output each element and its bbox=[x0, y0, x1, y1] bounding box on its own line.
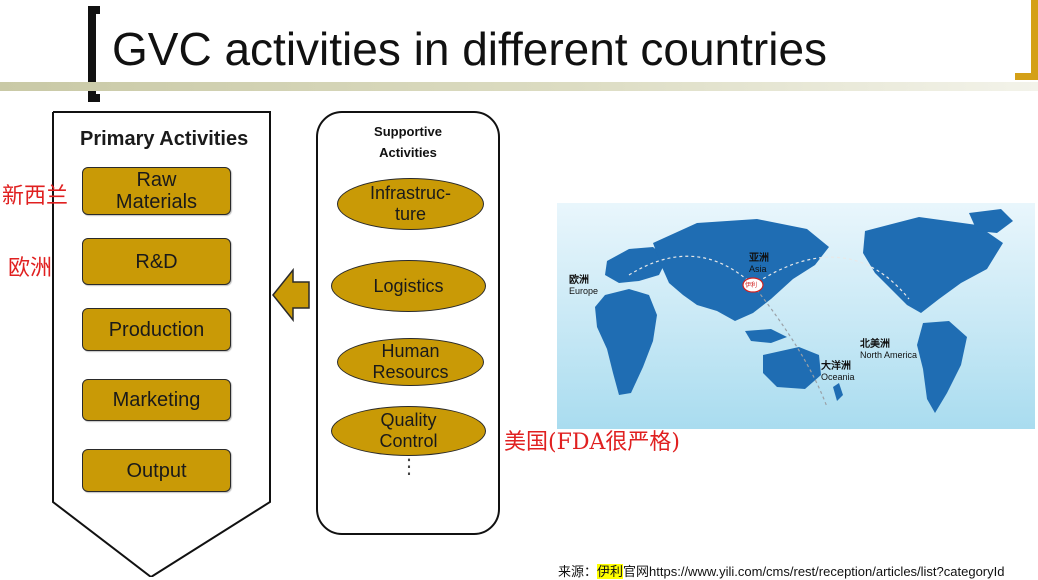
annotation-europe: 欧洲 bbox=[8, 256, 53, 281]
activity-raw-materials: Raw Materials bbox=[82, 167, 231, 215]
world-map-graphic bbox=[595, 209, 1013, 413]
source-citation: 来源：伊利官网https://www.yili.com/cms/rest/rec… bbox=[558, 564, 1005, 579]
map-label-asia: 亚洲 Asia bbox=[749, 253, 769, 275]
activity-rd: R&D bbox=[82, 238, 231, 285]
map-label-oceania: 大洋洲 Oceania bbox=[821, 361, 855, 383]
primary-activities-heading: Primary Activities bbox=[80, 128, 249, 150]
left-arrow-icon bbox=[272, 267, 310, 323]
activity-production: Production bbox=[82, 308, 231, 351]
map-logo-yili: 伊利 bbox=[745, 283, 758, 289]
support-logistics: Logistics bbox=[331, 260, 486, 312]
support-infrastructure: Infrastruc- ture bbox=[337, 178, 484, 230]
world-map-image: 欧洲 Europe 亚洲 Asia 伊利 大洋洲 Oceania 北美洲 North A… bbox=[557, 203, 1035, 429]
title-right-bracket bbox=[1015, 0, 1038, 80]
more-activities-ellipsis: ⋮ bbox=[399, 456, 419, 478]
supportive-activities-heading: Supportive Activities bbox=[374, 124, 442, 160]
support-quality-control: Quality Control bbox=[331, 406, 486, 456]
activity-output: Output bbox=[82, 449, 231, 492]
map-label-north-america: 北美洲 North America bbox=[860, 339, 918, 361]
map-label-europe: 欧洲 Europe bbox=[569, 275, 599, 297]
annotation-new-zealand: 新西兰 bbox=[2, 184, 69, 209]
support-human-resources: Human Resourcs bbox=[337, 338, 484, 386]
activity-marketing: Marketing bbox=[82, 379, 231, 421]
